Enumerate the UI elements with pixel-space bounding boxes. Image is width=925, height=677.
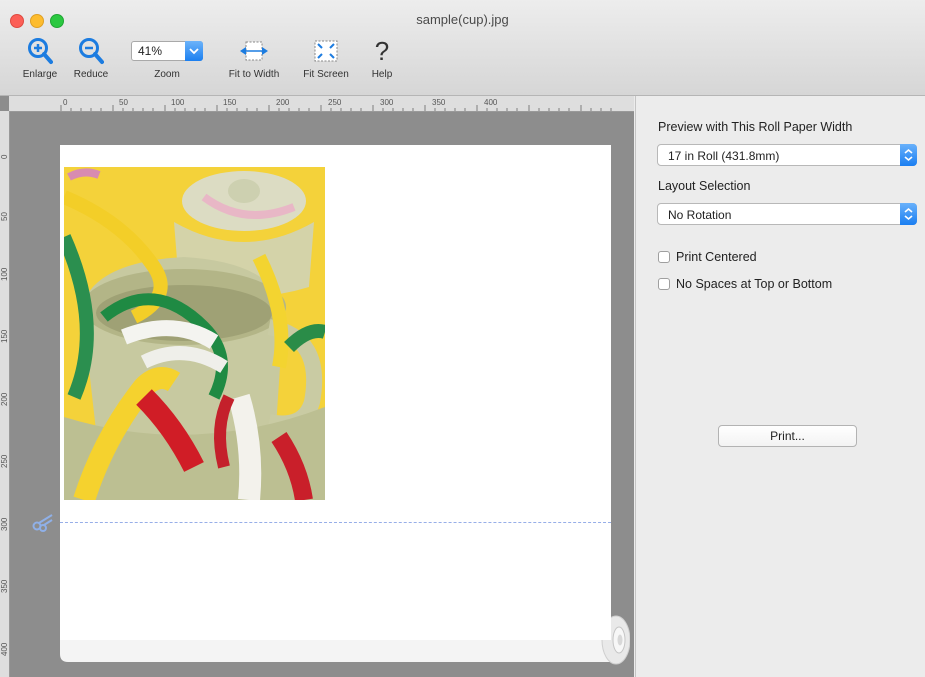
fit-to-width-button[interactable]: Fit to Width [218, 35, 290, 80]
ruler-tick: 300 [0, 517, 9, 531]
roll-width-value: 17 in Roll (431.8mm) [668, 149, 780, 163]
roll-width-label: Preview with This Roll Paper Width [658, 120, 853, 134]
fit-screen-icon [294, 35, 358, 67]
reduce-label: Reduce [73, 69, 109, 80]
print-centered-checkbox[interactable]: Print Centered [658, 250, 757, 264]
help-button[interactable]: ? Help [366, 35, 398, 80]
window-title: sample(cup).jpg [416, 12, 509, 27]
layout-value: No Rotation [668, 208, 732, 222]
no-spaces-checkbox[interactable]: No Spaces at Top or Bottom [658, 277, 832, 291]
ruler-tick: 350 [0, 579, 9, 593]
roll-width-select[interactable]: 17 in Roll (431.8mm) [657, 144, 917, 166]
ruler-tick: 400 [0, 642, 9, 656]
fit-screen-button[interactable]: Fit Screen [294, 35, 358, 80]
fit-screen-label: Fit Screen [303, 69, 349, 80]
zoom-out-icon [68, 35, 114, 67]
settings-panel: Preview with This Roll Paper Width 17 in… [635, 96, 925, 677]
checkbox-box[interactable] [658, 278, 670, 290]
ruler-tick: 200 [0, 392, 9, 406]
print-centered-label: Print Centered [676, 250, 757, 264]
question-mark-icon: ? [374, 36, 390, 66]
up-down-chevron-icon [900, 144, 917, 166]
print-button[interactable]: Print... [718, 425, 857, 447]
fit-to-width-label: Fit to Width [228, 69, 280, 80]
ruler-tick: 150 [0, 329, 9, 343]
help-label: Help [371, 69, 393, 80]
preview-image [64, 167, 325, 500]
layout-select[interactable]: No Rotation [657, 203, 917, 225]
zoom-in-icon [17, 35, 63, 67]
chevron-down-icon [185, 41, 203, 61]
ruler-tick: 0 [0, 154, 9, 159]
ruler-tick: 250 [0, 454, 9, 468]
ruler-tick: 50 [0, 212, 9, 221]
zoom-value: 41% [138, 44, 163, 58]
enlarge-label: Enlarge [22, 69, 58, 80]
zoom-select[interactable]: 41% [131, 41, 203, 61]
toolbar: sample(cup).jpg Enlarge Reduce 41% Zoom … [0, 0, 925, 96]
layout-selection-label: Layout Selection [658, 179, 751, 193]
checkbox-box[interactable] [658, 251, 670, 263]
scissors-icon [32, 512, 54, 537]
zoom-control: 41% Zoom [130, 35, 204, 80]
zoom-label: Zoom [154, 69, 180, 80]
cut-line [60, 522, 611, 523]
print-preview-area[interactable]: 0 50 100 150 200 250 300 350 400 0 50 10… [0, 96, 634, 677]
up-down-chevron-icon [900, 203, 917, 225]
ruler-tick: 100 [0, 267, 9, 281]
enlarge-button[interactable]: Enlarge [17, 35, 63, 80]
horizontal-ruler: 0 50 100 150 200 250 300 350 400 [9, 96, 634, 112]
fit-width-icon [218, 35, 290, 67]
no-spaces-label: No Spaces at Top or Bottom [676, 277, 833, 291]
reduce-button[interactable]: Reduce [68, 35, 114, 80]
vertical-ruler: 0 50 100 150 200 250 300 350 400 [0, 111, 10, 677]
